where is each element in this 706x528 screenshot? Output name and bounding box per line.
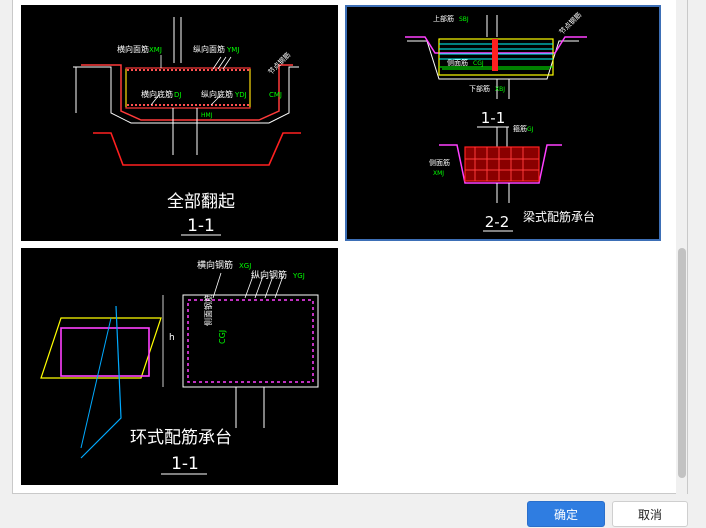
label-side-face-code: XMJ xyxy=(433,170,444,177)
label-transverse-top-code: XMJ xyxy=(149,46,162,54)
label-side-bar-code: CGJ xyxy=(473,60,484,67)
label-transverse-bottom: 横向底筋 xyxy=(141,89,173,99)
caption-section: 1-1 xyxy=(171,454,199,474)
cancel-button[interactable]: 取消 xyxy=(612,501,688,527)
label-side-bar: 侧面筋 xyxy=(447,58,468,67)
label-transverse-top: 横向面筋 xyxy=(117,44,149,54)
label-transverse-bottom-code: DJ xyxy=(174,91,181,99)
caption-main: 全部翻起 xyxy=(167,192,235,212)
label-longitudinal-bottom: 纵向底筋 xyxy=(201,89,233,99)
label-height: h xyxy=(169,333,175,343)
label-longitudinal: 纵向钢筋 xyxy=(251,269,287,281)
label-bottom-bar-code: XBJ xyxy=(495,86,505,93)
drawing-beam-cap: 上部筋 SBJ 侧面筋 CGJ 下部筋 XBJ 节点钢筋 1-1 箍筋 GJ 侧… xyxy=(405,10,595,232)
caption-main: 梁式配筋承台 xyxy=(523,209,595,224)
label-bottom-bar: 下部筋 xyxy=(469,84,490,93)
caption-section-a: 1-1 xyxy=(481,109,506,127)
label-longitudinal-bottom-code: YDJ xyxy=(234,91,247,99)
label-side: 侧面钢筋 xyxy=(203,294,213,326)
label-transverse: 横向钢筋 xyxy=(197,259,233,271)
scrollbar-thumb[interactable] xyxy=(678,248,686,478)
label-top-bar: 上部筋 xyxy=(433,14,454,23)
ok-button[interactable]: 确定 xyxy=(527,501,605,527)
label-side-code: CGJ xyxy=(218,330,227,344)
label-node: 节点钢筋 xyxy=(557,10,583,36)
label-side-face: 侧面筋 xyxy=(429,158,450,167)
caption-main: 环式配筋承台 xyxy=(130,428,232,448)
drawing-ring-cap: 横向钢筋 XGJ 纵向钢筋 YGJ 侧面钢筋 CGJ h 环式配筋承台 1-1 xyxy=(40,259,319,475)
label-longitudinal-code: YGJ xyxy=(292,272,305,280)
label-cmj: CMJ xyxy=(269,91,282,99)
caption-section-b: 2-2 xyxy=(485,213,510,231)
label-bottom-hmj: HMJ xyxy=(201,112,213,119)
drawing-full-flip: 横向面筋 XMJ 纵向面筋 YMJ 横向底筋 DJ 纵向底筋 YDJ CMJ H… xyxy=(73,17,301,236)
caption-section: 1-1 xyxy=(187,216,215,236)
label-transverse-code: XGJ xyxy=(239,262,251,270)
label-top-bar-code: SBJ xyxy=(459,16,469,23)
thumbnail-ring-cap[interactable]: 横向钢筋 XGJ 纵向钢筋 YGJ 侧面钢筋 CGJ h 环式配筋承台 1-1 xyxy=(21,248,338,485)
label-stirrup-code: GJ xyxy=(527,126,534,133)
label-longitudinal-top-code: YMJ xyxy=(226,46,239,54)
thumbnail-beam-cap[interactable]: 上部筋 SBJ 侧面筋 CGJ 下部筋 XBJ 节点钢筋 1-1 箍筋 GJ 侧… xyxy=(345,5,661,241)
thumbnail-full-flip[interactable]: 横向面筋 XMJ 纵向面筋 YMJ 横向底筋 DJ 纵向底筋 YDJ CMJ H… xyxy=(21,5,338,241)
label-longitudinal-top: 纵向面筋 xyxy=(193,44,225,54)
label-stirrup: 箍筋 xyxy=(513,124,527,133)
